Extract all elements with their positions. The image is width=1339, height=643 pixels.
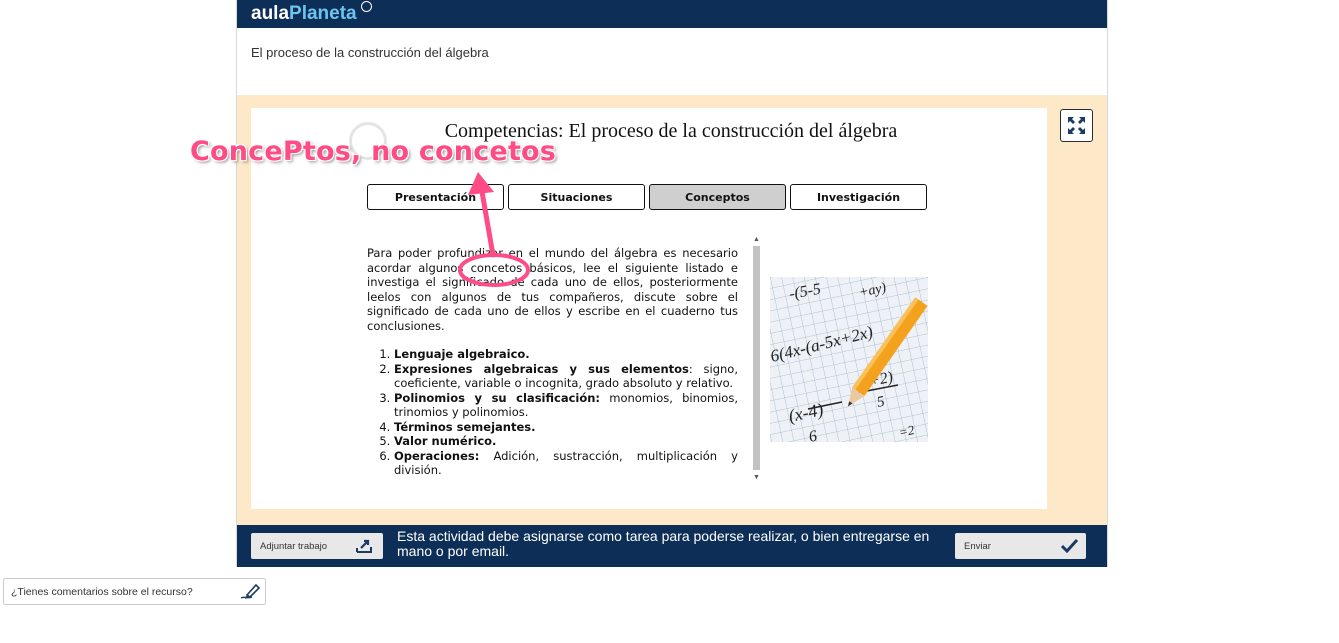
- annotation-arrow: [478, 183, 496, 258]
- annotation-text: ConcePtos, no concetos: [190, 136, 557, 167]
- annotation-arrowhead: [468, 172, 494, 195]
- annotation-overlay: [458, 172, 530, 287]
- annotation-circle: [458, 253, 530, 287]
